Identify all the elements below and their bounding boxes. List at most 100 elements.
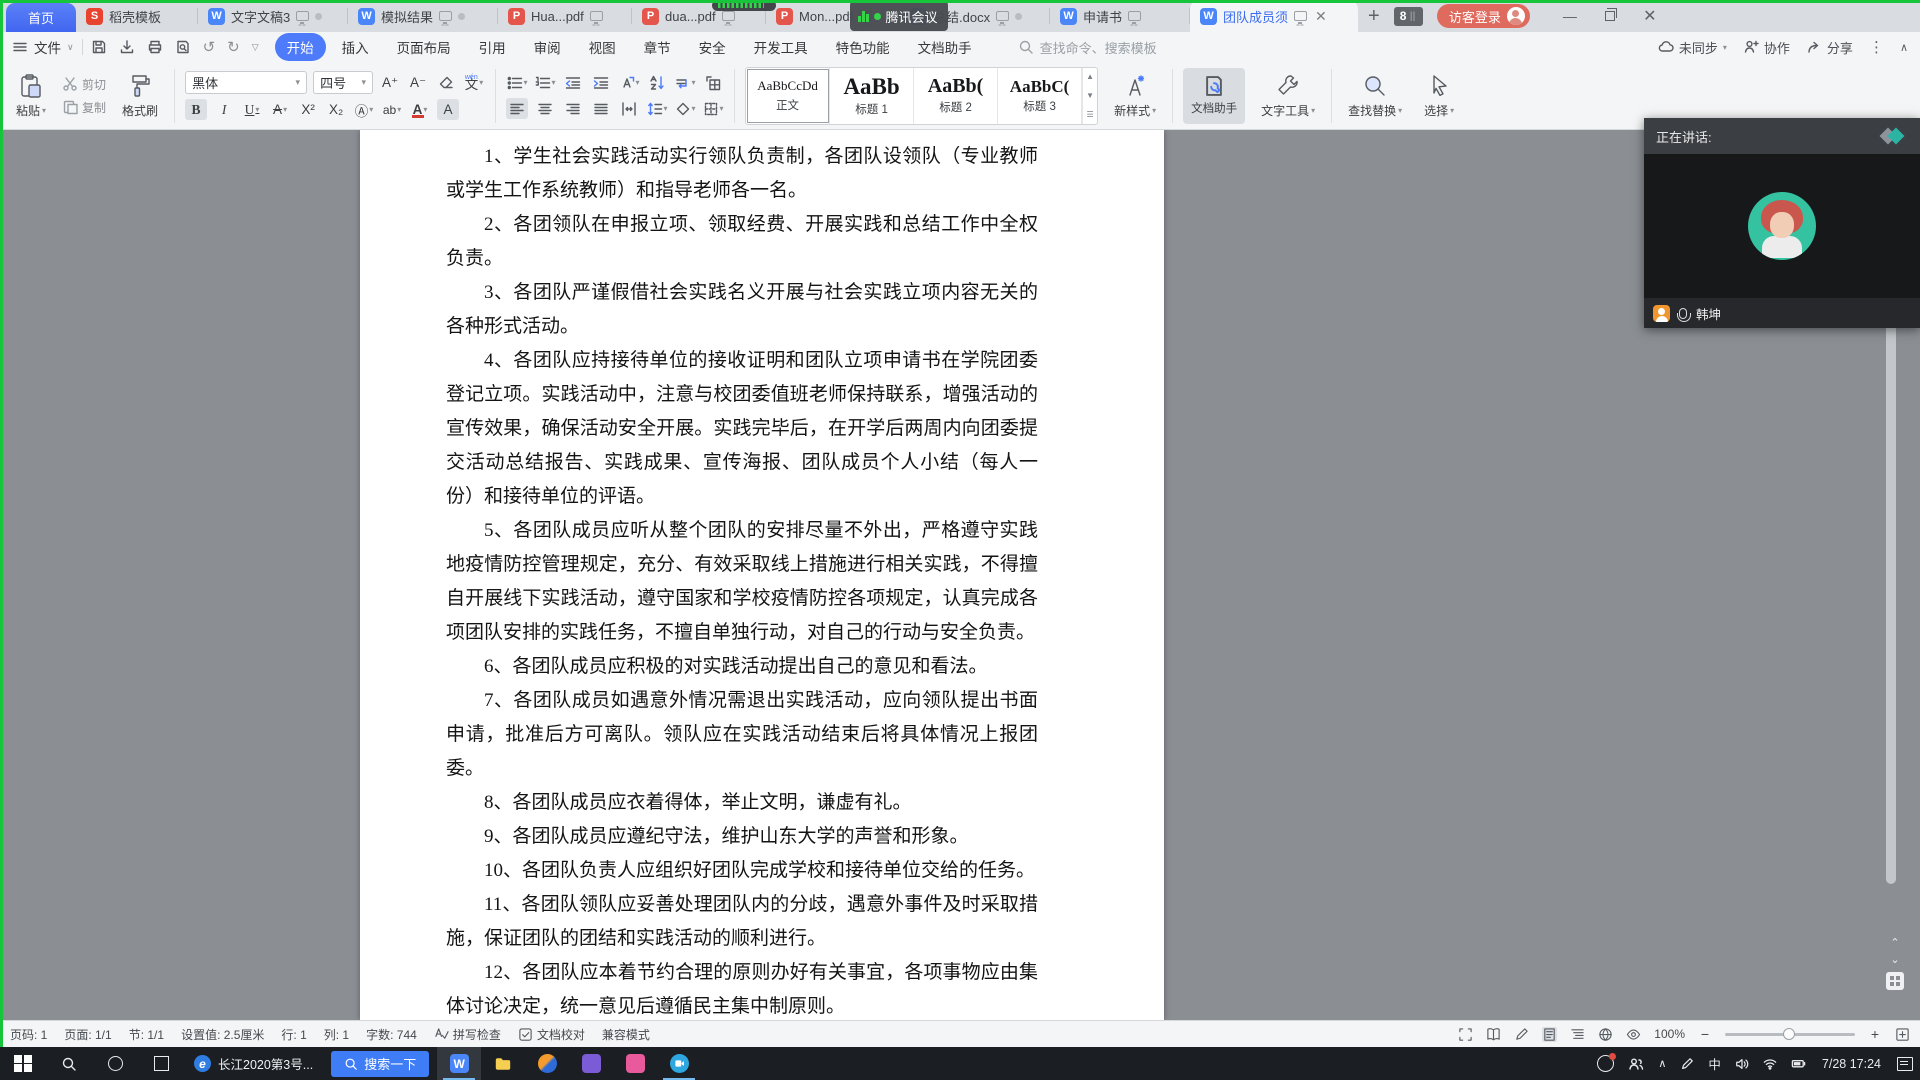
paste-button[interactable]: 粘贴 ▾ [10,71,52,121]
font-color-button[interactable]: A ▾ [409,99,431,120]
quickbar-more-icon[interactable]: ▽ [252,42,259,53]
new-style-button[interactable]: 新样式 ▾ [1108,71,1162,121]
zoom-in-button[interactable]: + [1868,1026,1882,1042]
file-menu-button[interactable]: 文件 ∨ [12,37,74,57]
taskbar-clock[interactable]: 7/28 17:24 [1813,1057,1890,1071]
sort-button[interactable] [646,72,668,93]
clear-format-button[interactable] [435,72,457,93]
tab-doc2[interactable]: W 模拟结果 [348,0,499,32]
menu-review[interactable]: 审阅 [522,33,573,61]
menu-special-features[interactable]: 特色功能 [824,33,902,61]
cut-button[interactable]: 剪切 [62,76,106,93]
hidden-icons-chevron[interactable]: ∧ [1651,1047,1673,1080]
ime-indicator[interactable]: 中 [1701,1047,1728,1080]
ink-icon[interactable] [1514,1027,1529,1042]
action-center-button[interactable] [1890,1047,1920,1080]
menu-page-layout[interactable]: 页面布局 [385,33,463,61]
taskbar-app-browser[interactable] [525,1047,569,1080]
battery-icon[interactable] [1784,1047,1813,1080]
status-column[interactable]: 列: 1 [324,1026,349,1043]
tab-settings-button[interactable] [702,72,724,93]
status-word-count[interactable]: 字数: 744 [366,1026,417,1043]
restore-button[interactable] [1590,8,1630,24]
network-icon[interactable] [1756,1047,1784,1080]
spell-check-button[interactable]: 拼写检查 [434,1026,501,1043]
menu-home[interactable]: 开始 [274,33,326,61]
fit-page-icon[interactable] [1895,1027,1910,1042]
collapse-ribbon-icon[interactable]: ∧ [1900,41,1908,54]
tray-people-button[interactable] [1621,1047,1651,1080]
strikethrough-button[interactable]: A ▾ [269,99,291,120]
bold-button[interactable]: B [185,99,208,120]
justify-button[interactable] [590,98,612,119]
highlight-color-button[interactable]: ab ▾ [381,99,403,120]
menu-dev-tools[interactable]: 开发工具 [742,33,820,61]
menu-view[interactable]: 视图 [577,33,628,61]
tab-home[interactable]: 首页 [6,3,77,32]
style-normal[interactable]: AaBbCcDd 正文 [746,67,831,124]
phonetic-guide-button[interactable]: wén 文 ▾ [463,72,485,93]
style-heading2[interactable]: AaBb( 标题 2 [914,67,999,124]
status-setting-value[interactable]: 设置值: 2.5厘米 [181,1026,264,1043]
line-spacing-button[interactable]: ▾ [646,98,668,119]
taskbar-app-tencent-meeting[interactable] [657,1047,701,1080]
previous-page-icon[interactable]: ⌃ [1890,938,1899,949]
font-size-select[interactable]: 四号 ▾ [313,71,374,94]
web-layout-icon[interactable] [1598,1027,1613,1042]
tencent-meeting-toast[interactable]: 腾讯会议 [850,1,948,31]
new-tab-button[interactable]: + [1368,6,1380,26]
font-name-select[interactable]: 黑体 ▾ [185,71,308,94]
print-preview-icon[interactable] [175,39,191,55]
numbered-list-button[interactable]: ▾ [534,72,556,93]
status-line[interactable]: 行: 1 [281,1026,306,1043]
status-page-number[interactable]: 页码: 1 [10,1026,47,1043]
menu-doc-assistant[interactable]: 文档助手 [906,33,984,61]
next-page-icon[interactable]: ⌄ [1890,955,1899,966]
meeting-title-bar[interactable]: 正在讲话: [1644,118,1920,154]
undo-icon[interactable]: ↺ [203,38,216,56]
zoom-slider[interactable] [1725,1027,1855,1040]
style-heading1[interactable]: AaBb 标题 1 [830,67,915,124]
zoom-out-button[interactable]: − [1698,1026,1712,1042]
minimize-button[interactable]: — [1550,8,1590,24]
status-section[interactable]: 节: 1/1 [129,1026,164,1043]
export-icon[interactable] [119,39,135,55]
zoom-slider-thumb[interactable] [1783,1027,1795,1040]
print-icon[interactable] [147,39,163,55]
tray-user-button[interactable] [1590,1047,1621,1080]
superscript-button[interactable]: X² [297,99,319,120]
text-direction-button[interactable]: ▾ [618,72,640,93]
increase-indent-button[interactable] [590,72,612,93]
style-heading3[interactable]: AaBbC( 标题 3 [998,67,1083,124]
web-search-button[interactable]: 搜索一下 [331,1050,430,1077]
tab-doc1[interactable]: W 文字文稿3 [198,0,349,32]
underline-button[interactable]: U ▾ [241,99,263,120]
tencent-meeting-panel[interactable]: 正在讲话: 韩坤 [1644,118,1920,328]
close-tab-icon[interactable]: ✕ [1315,8,1327,25]
cortana-button[interactable] [92,1047,138,1080]
menu-section[interactable]: 章节 [632,33,683,61]
fullscreen-icon[interactable] [1458,1027,1473,1042]
align-center-button[interactable] [534,98,556,119]
text-tools-button[interactable]: 文字工具 ▾ [1255,71,1321,121]
guest-login-button[interactable]: 访客登录 [1436,4,1530,28]
format-painter-button[interactable]: 格式刷 [116,71,164,121]
find-replace-button[interactable]: 查找替换 ▾ [1342,71,1408,121]
news-widget[interactable]: e 长江2020第3号... [184,1047,323,1080]
style-gallery-more-icon[interactable]: ☰ [1083,105,1097,124]
select-browse-object-icon[interactable] [1886,972,1904,990]
bullet-list-button[interactable]: ▾ [506,72,528,93]
taskbar-search-icon[interactable] [46,1047,92,1080]
proofread-button[interactable]: 文档校对 [518,1026,585,1043]
share-button[interactable]: 分享 [1806,38,1853,57]
decrease-indent-button[interactable] [562,72,584,93]
close-window-button[interactable]: ✕ [1630,6,1670,26]
taskbar-app-pink[interactable] [613,1047,657,1080]
meeting-video-area[interactable] [1644,154,1920,298]
shading-button[interactable]: ▾ [674,98,696,119]
save-icon[interactable] [91,39,107,55]
read-mode-icon[interactable] [1486,1027,1501,1042]
select-button[interactable]: 选择 ▾ [1418,71,1460,121]
more-options-icon[interactable]: ⋮ [1869,38,1884,56]
align-left-button[interactable] [506,98,529,119]
